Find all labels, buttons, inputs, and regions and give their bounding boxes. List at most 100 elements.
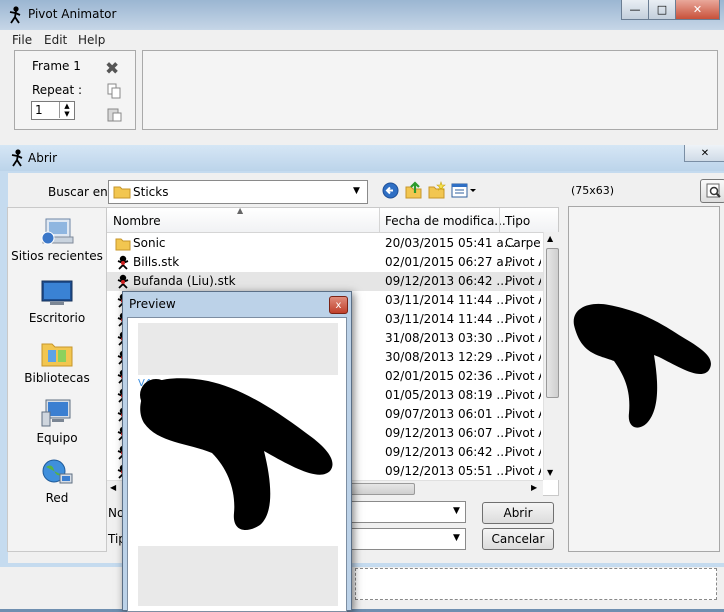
file-date: 03/11/2014 11:44 ... xyxy=(385,293,508,307)
preview-window-title: Preview xyxy=(129,297,176,311)
file-date: 20/03/2015 05:41 a... xyxy=(385,236,516,250)
close-button[interactable]: ✕ xyxy=(675,0,720,20)
preview-canvas: V4 xyxy=(127,317,347,612)
file-date: 01/05/2013 08:19 ... xyxy=(385,388,508,402)
scroll-up-icon[interactable]: ▲ xyxy=(547,234,553,243)
file-date: 09/12/2013 05:51 ... xyxy=(385,464,508,478)
open-dialog-title: Abrir xyxy=(28,151,58,165)
file-date: 03/11/2014 11:44 ... xyxy=(385,312,508,326)
cancel-button[interactable]: Cancelar xyxy=(482,528,554,550)
paste-frame-icon[interactable] xyxy=(107,106,122,122)
computer-icon xyxy=(41,399,71,427)
dialog-close-button[interactable]: ✕ xyxy=(684,145,724,162)
copy-frame-icon[interactable] xyxy=(107,83,121,99)
stick-figure-icon xyxy=(117,255,129,270)
look-in-label: Buscar en: xyxy=(48,185,112,199)
file-date: 09/12/2013 06:42 ... xyxy=(385,274,508,288)
main-window-title: Pivot Animator xyxy=(28,7,117,21)
repeat-label: Repeat : xyxy=(32,83,83,97)
file-date: 30/08/2013 12:29 ... xyxy=(385,350,508,364)
back-icon[interactable] xyxy=(382,182,399,199)
scroll-right-icon[interactable]: ▶ xyxy=(531,483,537,492)
canvas-area[interactable] xyxy=(355,568,717,600)
file-type: Pivot A xyxy=(505,350,541,364)
preview-zoom-button[interactable] xyxy=(700,179,724,203)
magnifier-icon xyxy=(706,183,721,198)
close-icon: x xyxy=(335,299,342,311)
place-network[interactable]: Red xyxy=(8,458,106,505)
file-date: 09/12/2013 06:42 ... xyxy=(385,445,508,459)
look-in-select[interactable]: Sticks ▼ xyxy=(108,180,368,204)
preview-band-bottom xyxy=(138,546,338,606)
file-name-input[interactable]: ▼ xyxy=(346,501,466,523)
main-title-bar: Pivot Animator — □ ✕ xyxy=(0,0,724,30)
folder-icon xyxy=(115,238,131,251)
file-list-header: Nombre ▲ Fecha de modifica... Tipo xyxy=(107,206,558,233)
file-type: Pivot A xyxy=(505,464,541,478)
pivot-app-icon xyxy=(11,149,23,167)
vertical-scroll-thumb[interactable] xyxy=(546,248,559,398)
column-type[interactable]: Tipo xyxy=(505,214,530,228)
menu-help[interactable]: Help xyxy=(78,33,105,47)
file-date: 31/08/2013 03:30 ... xyxy=(385,331,508,345)
open-dialog-title-bar: Abrir ✕ xyxy=(0,145,724,171)
column-separator xyxy=(379,208,380,232)
place-desktop[interactable]: Escritorio xyxy=(8,278,106,325)
dialog-preview-box xyxy=(568,206,720,552)
menu-edit[interactable]: Edit xyxy=(44,33,67,47)
file-type: Carpeta xyxy=(505,236,541,250)
delete-frame-icon[interactable]: ✖ xyxy=(105,59,119,79)
stick-figure-icon xyxy=(117,274,129,289)
places-bar: Sitios recientes Escritorio Bibliotecas … xyxy=(7,207,107,552)
menu-file[interactable]: File xyxy=(12,33,32,47)
view-menu-icon[interactable] xyxy=(451,183,477,198)
file-name: Bills.stk xyxy=(133,255,180,269)
repeat-stepper[interactable]: 1 ▲ ▼ xyxy=(31,101,75,120)
place-computer-label: Equipo xyxy=(36,431,78,445)
file-row[interactable]: Sonic 20/03/2015 05:41 a...Carpeta xyxy=(107,234,543,253)
preview-close-button[interactable]: x xyxy=(329,296,348,314)
minimize-icon: — xyxy=(629,3,641,16)
place-computer[interactable]: Equipo xyxy=(8,398,106,445)
network-icon xyxy=(42,459,73,484)
file-type: Pivot A xyxy=(505,255,541,269)
chevron-down-icon: ▼ xyxy=(453,533,460,543)
place-recent[interactable]: Sitios recientes xyxy=(8,216,106,263)
preview-band-top xyxy=(138,323,338,375)
place-libraries[interactable]: Bibliotecas xyxy=(8,338,106,385)
sort-ascending-icon: ▲ xyxy=(237,206,244,215)
up-folder-icon[interactable] xyxy=(405,181,422,199)
vertical-scrollbar[interactable]: ▲ ▼ xyxy=(543,232,559,480)
menu-bar: File Edit Help xyxy=(0,30,724,51)
libraries-icon xyxy=(41,343,73,367)
repeat-value: 1 xyxy=(35,103,43,117)
timeline-panel xyxy=(142,50,718,130)
minimize-button[interactable]: — xyxy=(621,0,649,20)
file-date: 09/07/2013 06:01 ... xyxy=(385,407,508,421)
column-date[interactable]: Fecha de modifica... xyxy=(385,214,506,228)
new-folder-icon[interactable] xyxy=(428,181,446,199)
file-type: Pivot A xyxy=(505,369,541,383)
file-date: 09/12/2013 06:07 ... xyxy=(385,426,508,440)
file-type-select[interactable]: ▼ xyxy=(346,528,466,550)
place-network-label: Red xyxy=(45,491,69,505)
scroll-down-icon[interactable]: ▼ xyxy=(547,468,553,477)
stepper-up-icon[interactable]: ▲ xyxy=(59,102,74,110)
file-type: Pivot A xyxy=(505,388,541,402)
chevron-down-icon: ▼ xyxy=(353,186,360,196)
scroll-left-icon[interactable]: ◀ xyxy=(110,483,116,492)
file-row[interactable]: Bufanda (Liu).stk 09/12/2013 06:42 ... Piv… xyxy=(107,272,543,291)
preview-window: Preview x V4 xyxy=(122,291,352,612)
place-desktop-label: Escritorio xyxy=(28,311,86,325)
file-date: 02/01/2015 02:36 ... xyxy=(385,369,508,383)
open-button[interactable]: Abrir xyxy=(482,502,554,524)
column-name[interactable]: Nombre xyxy=(113,214,161,228)
file-date: 02/01/2015 06:27 a... xyxy=(385,255,516,269)
close-icon: ✕ xyxy=(700,147,710,159)
file-type: Pivot A xyxy=(505,331,541,345)
stepper-down-icon[interactable]: ▼ xyxy=(59,110,74,118)
column-separator xyxy=(499,208,500,232)
recent-places-icon xyxy=(41,218,74,245)
maximize-button[interactable]: □ xyxy=(648,0,676,20)
file-row[interactable]: Bills.stk 02/01/2015 06:27 a...Pivot A xyxy=(107,253,543,272)
